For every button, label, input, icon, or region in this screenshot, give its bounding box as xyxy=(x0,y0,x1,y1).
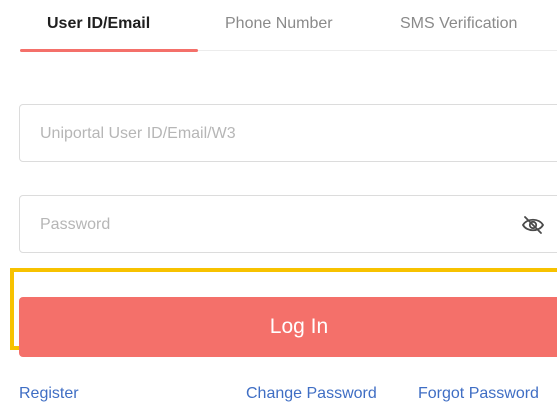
register-link[interactable]: Register xyxy=(19,385,79,403)
tab-sms-verification[interactable]: SMS Verification xyxy=(400,15,517,33)
password-input[interactable] xyxy=(38,196,502,254)
change-password-link[interactable]: Change Password xyxy=(246,385,377,403)
eye-slash-icon[interactable] xyxy=(521,214,545,236)
userid-field xyxy=(19,104,557,163)
login-button[interactable]: Log In xyxy=(19,297,557,357)
userid-input[interactable] xyxy=(38,105,502,163)
login-tabs: User ID/Email Phone Number SMS Verificat… xyxy=(0,0,557,52)
active-tab-indicator xyxy=(20,49,198,52)
tab-user-id-email[interactable]: User ID/Email xyxy=(47,15,150,33)
tab-phone-number[interactable]: Phone Number xyxy=(225,15,333,33)
forgot-password-link[interactable]: Forgot Password xyxy=(418,385,539,403)
password-field xyxy=(19,195,557,254)
tabs-divider xyxy=(198,50,557,51)
